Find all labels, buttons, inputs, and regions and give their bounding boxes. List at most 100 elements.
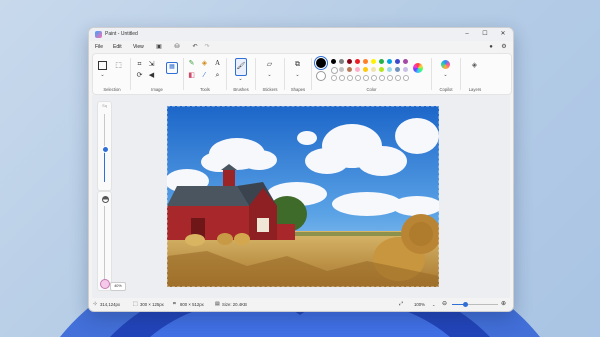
group-copilot: ⌄ Copilot xyxy=(433,54,459,94)
fit-to-window-icon[interactable]: ⤢ xyxy=(399,301,403,307)
cursor-position: 314,124px xyxy=(100,302,121,307)
menu-bar: File Edit View ▣ ⛁ ↶ ↷ ● ⚙ xyxy=(89,41,513,53)
resize-icon[interactable]: ⇲ xyxy=(147,60,156,69)
color-swatch[interactable] xyxy=(363,59,368,64)
zoom-slider-fill xyxy=(104,148,105,182)
shapes-chevron-icon[interactable]: ⌄ xyxy=(293,71,302,80)
color-swatch[interactable] xyxy=(339,59,344,64)
sticker-icon[interactable]: ▱ xyxy=(265,60,274,69)
account-icon[interactable]: ● xyxy=(487,43,495,51)
magnifier-icon[interactable]: ⌕ xyxy=(213,71,222,80)
fill-bucket-icon[interactable]: ◈ xyxy=(200,59,209,68)
group-image: ⌗ ⇲ ⟳ ◀ ▦ Image xyxy=(132,54,182,94)
color-swatch[interactable] xyxy=(339,67,344,72)
color-swatch[interactable] xyxy=(347,67,352,72)
empty-color-slot[interactable] xyxy=(363,75,369,81)
pencil-icon[interactable]: ✎ xyxy=(187,59,196,68)
color-swatch[interactable] xyxy=(331,59,336,64)
color-swatch[interactable] xyxy=(355,67,360,72)
save-icon[interactable]: ▣ xyxy=(155,43,163,51)
menu-file[interactable]: File xyxy=(95,44,103,50)
brush-size-thumb[interactable] xyxy=(100,278,110,289)
maximize-button[interactable]: ☐ xyxy=(477,29,493,40)
empty-color-slot[interactable] xyxy=(387,75,393,81)
window-title: Paint - Untitled xyxy=(105,31,138,37)
zoom-in-icon[interactable]: ⊕ xyxy=(501,300,506,307)
canvas-size-icon: ⌗ xyxy=(173,301,176,307)
cursor-icon: ⊹ xyxy=(93,301,98,307)
menu-view[interactable]: View xyxy=(133,44,144,50)
image-creator-icon[interactable]: ▦ xyxy=(166,62,178,74)
group-label-layers: Layers xyxy=(468,87,482,92)
color-swatch[interactable] xyxy=(371,67,376,72)
settings-gear-icon[interactable]: ⚙ xyxy=(500,43,508,51)
zoom-dropdown-chevron-icon[interactable]: ⌄ xyxy=(432,302,435,307)
color-swatch[interactable] xyxy=(363,67,368,72)
empty-color-slot[interactable] xyxy=(395,75,401,81)
color-swatch[interactable] xyxy=(387,67,392,72)
empty-color-slot[interactable] xyxy=(339,75,345,81)
brush-size-track[interactable] xyxy=(104,206,105,284)
copilot-icon[interactable] xyxy=(441,60,450,69)
color-swatch[interactable] xyxy=(379,59,384,64)
color-swatch[interactable] xyxy=(347,59,352,64)
eraser-icon[interactable]: ◧ xyxy=(187,71,196,80)
color-swatch[interactable] xyxy=(403,67,408,72)
crop-icon[interactable]: ⌗ xyxy=(135,60,144,69)
zoom-out-icon[interactable]: ⊖ xyxy=(442,300,447,307)
color-swatch[interactable] xyxy=(395,67,400,72)
selection-size-icon: ⬚ xyxy=(133,301,138,307)
group-tools: ✎ ◈ A ◧ ⁄ ⌕ Tools xyxy=(185,54,225,94)
group-label-brushes: Brushes xyxy=(233,87,249,92)
zoom-slider-label: Sq xyxy=(102,104,107,108)
zoom-percent[interactable]: 100% xyxy=(414,302,425,307)
ribbon-divider xyxy=(431,58,432,90)
empty-color-slot[interactable] xyxy=(347,75,353,81)
selection-dropdown-chevron-icon[interactable]: ⌄ xyxy=(98,71,107,80)
primary-color-swatch[interactable] xyxy=(315,57,327,69)
free-select-icon[interactable]: ⬚ xyxy=(114,61,123,70)
text-tool-icon[interactable]: A xyxy=(213,59,222,68)
canvas-workspace: Sq 40% xyxy=(92,95,510,298)
empty-color-slot[interactable] xyxy=(355,75,361,81)
redo-icon[interactable]: ↷ xyxy=(203,43,211,51)
color-swatch[interactable] xyxy=(403,59,408,64)
brush-icon[interactable]: 🖌 xyxy=(235,58,247,76)
flip-icon[interactable]: ◀ xyxy=(147,71,156,80)
zoom-slider-thumb[interactable] xyxy=(102,145,109,153)
canvas-border xyxy=(167,106,439,287)
close-button[interactable]: ✕ xyxy=(495,29,511,40)
brushes-chevron-icon[interactable]: ⌄ xyxy=(236,75,245,84)
color-swatch[interactable] xyxy=(387,59,392,64)
secondary-color-swatch[interactable] xyxy=(316,71,326,81)
empty-color-slot[interactable] xyxy=(331,75,337,81)
drawing-canvas[interactable] xyxy=(167,106,439,287)
menu-edit[interactable]: Edit xyxy=(113,44,122,50)
group-selection: ⬚ ⌄ Selection xyxy=(95,54,129,94)
brush-size-tooltip: 40% xyxy=(110,282,126,291)
color-wheel-icon[interactable] xyxy=(413,63,423,73)
share-icon[interactable]: ⛁ xyxy=(173,43,181,51)
group-shapes: ⧉ ⌄ Shapes xyxy=(286,54,310,94)
undo-icon[interactable]: ↶ xyxy=(191,43,199,51)
group-label-image: Image xyxy=(151,87,163,92)
group-label-selection: Selection xyxy=(103,87,121,92)
color-swatch[interactable] xyxy=(379,67,384,72)
color-swatch[interactable] xyxy=(395,59,400,64)
stickers-chevron-icon[interactable]: ⌄ xyxy=(265,71,274,80)
rectangle-select-icon[interactable] xyxy=(98,61,107,70)
shapes-icon[interactable]: ⧉ xyxy=(293,60,302,69)
empty-color-slot[interactable] xyxy=(403,75,409,81)
empty-color-slot[interactable] xyxy=(371,75,377,81)
color-swatch[interactable] xyxy=(371,59,376,64)
layers-icon[interactable]: ◈ xyxy=(470,61,479,70)
group-label-copilot: Copilot xyxy=(439,87,453,92)
color-swatch[interactable] xyxy=(355,59,360,64)
empty-color-slot[interactable] xyxy=(379,75,385,81)
copilot-chevron-icon[interactable]: ⌄ xyxy=(441,71,450,80)
color-picker-icon[interactable]: ⁄ xyxy=(200,71,209,80)
color-swatch[interactable] xyxy=(331,67,338,74)
minimize-button[interactable]: – xyxy=(459,29,475,40)
zoom-slider-thumb[interactable] xyxy=(463,302,469,307)
rotate-icon[interactable]: ⟳ xyxy=(135,71,144,80)
